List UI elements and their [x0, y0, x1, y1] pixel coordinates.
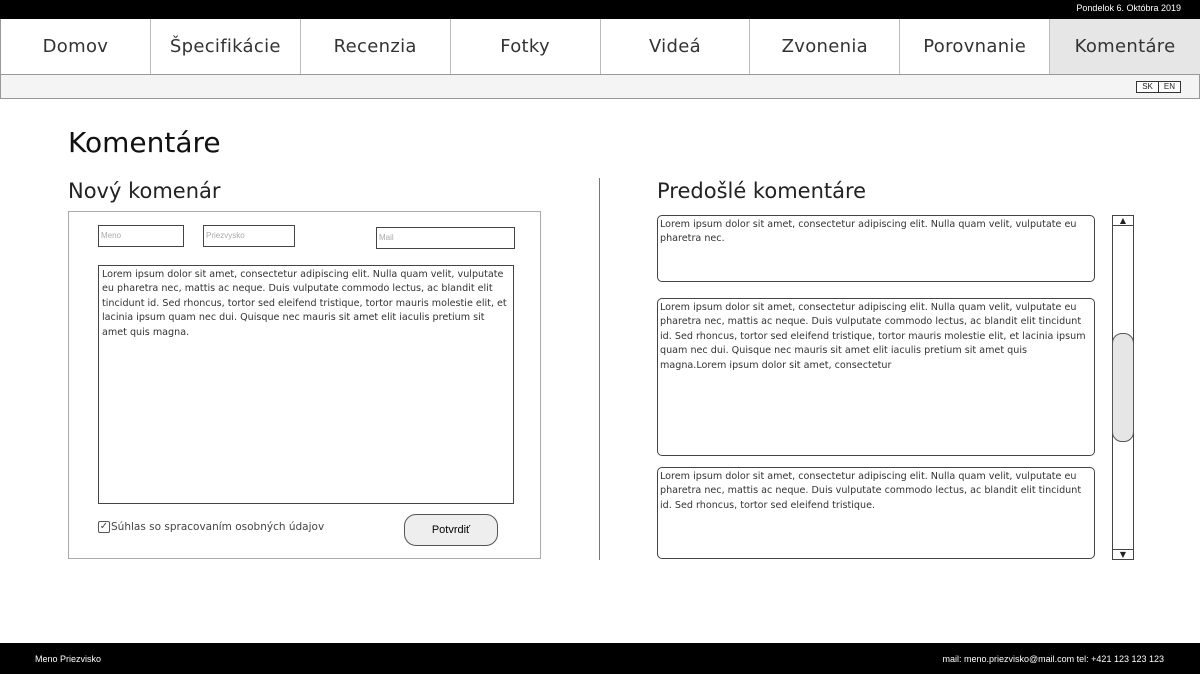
language-en-button[interactable]: EN — [1158, 81, 1181, 93]
tab-recenzia[interactable]: Recenzia — [301, 19, 451, 74]
tab-videa[interactable]: Videá — [601, 19, 751, 74]
language-switcher: SK EN — [1136, 81, 1181, 93]
new-comment-title: Nový komenár — [68, 179, 221, 203]
current-date: Pondelok 6. Októbra 2019 — [1076, 3, 1181, 13]
language-sk-button[interactable]: SK — [1136, 81, 1159, 93]
surname-field[interactable]: Priezvysko — [203, 225, 295, 247]
page-title: Komentáre — [68, 126, 221, 159]
scroll-up-icon[interactable]: ▲ — [1113, 216, 1133, 226]
tab-fotky[interactable]: Fotky — [451, 19, 601, 74]
tab-zvonenia[interactable]: Zvonenia — [750, 19, 901, 74]
footer-contact: mail: meno.priezvisko@mail.com tel: +421… — [942, 654, 1165, 664]
tab-specifikacie[interactable]: Špecifikácie — [151, 19, 301, 74]
tab-porovnanie[interactable]: Porovnanie — [900, 19, 1051, 74]
comments-scrollbar[interactable]: ▲ ▼ — [1112, 215, 1134, 560]
submit-button[interactable]: Potvrdiť — [404, 514, 498, 546]
scroll-down-icon[interactable]: ▼ — [1113, 549, 1133, 559]
footer: Meno Priezvisko mail: meno.priezvisko@ma… — [0, 643, 1200, 674]
previous-comments-title: Predošlé komentáre — [657, 179, 867, 203]
consent-checkbox[interactable]: ✓ — [98, 521, 110, 533]
tab-komentare[interactable]: Komentáre — [1050, 19, 1200, 74]
comment-item: Lorem ipsum dolor sit amet, consectetur … — [657, 467, 1095, 559]
consent-checkbox-row[interactable]: ✓ Súhlas so spracovaním osobných údajov — [98, 521, 324, 533]
tab-domov[interactable]: Domov — [1, 19, 151, 74]
footer-name: Meno Priezvisko — [35, 654, 102, 664]
scroll-thumb[interactable] — [1112, 333, 1134, 442]
comment-item: Lorem ipsum dolor sit amet, consectetur … — [657, 298, 1095, 456]
column-divider — [599, 178, 600, 560]
consent-label: Súhlas so spracovaním osobných údajov — [111, 521, 325, 533]
mail-field[interactable]: Mail — [376, 227, 515, 249]
top-bar: Pondelok 6. Októbra 2019 — [0, 0, 1200, 19]
comment-item: Lorem ipsum dolor sit amet, consectetur … — [657, 215, 1095, 282]
comment-textarea[interactable]: Lorem ipsum dolor sit amet, consectetur … — [98, 265, 514, 504]
name-field[interactable]: Meno — [98, 225, 184, 247]
sub-bar: SK EN — [0, 75, 1200, 99]
main-nav: Domov Špecifikácie Recenzia Fotky Videá … — [0, 19, 1200, 75]
